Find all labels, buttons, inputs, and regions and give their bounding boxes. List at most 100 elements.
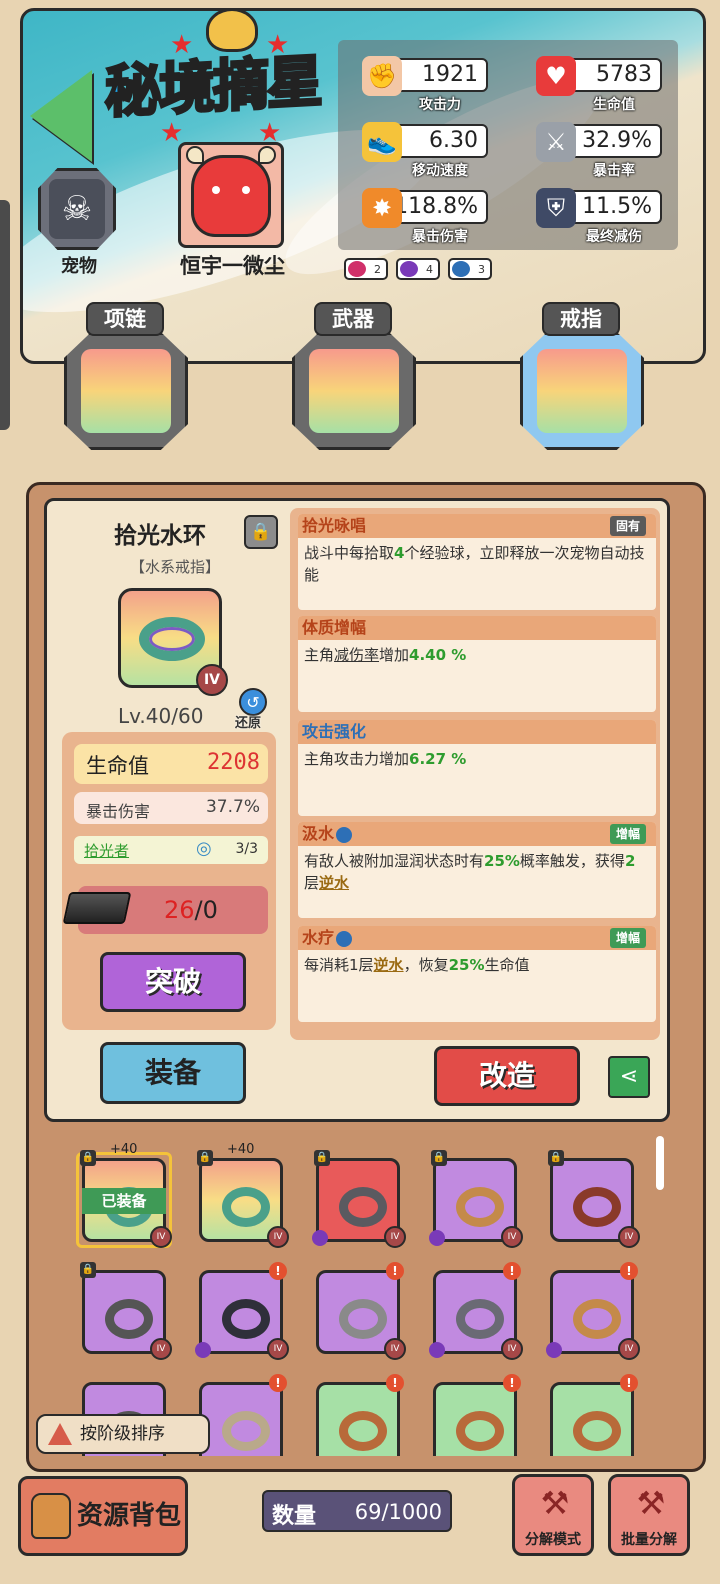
- skill-card: 拾光咏唱 固有 战斗中每拾取4个经验球，立即释放一次宠物自动技能: [298, 514, 656, 610]
- tier-badge: IV: [384, 1338, 406, 1360]
- inventory-item[interactable]: ! IV: [429, 1262, 523, 1360]
- inventory-item[interactable]: 🔒 +40 IV: [195, 1142, 289, 1248]
- ring-icon: [222, 1187, 270, 1227]
- decompose-mode-label: 分解模式: [525, 1532, 581, 1548]
- desc-highlight: 4.40 %: [409, 646, 467, 664]
- inventory-item[interactable]: !: [312, 1374, 404, 1456]
- inventory-item[interactable]: 🔒 IV: [312, 1150, 406, 1248]
- restore-button[interactable]: ↺ 还原: [235, 688, 275, 731]
- inventory-item[interactable]: ! IV: [312, 1262, 406, 1360]
- element-badge[interactable]: 4: [396, 258, 440, 280]
- element-count: 2: [374, 262, 381, 276]
- skill-desc: 战斗中每拾取4个经验球，立即释放一次宠物自动技能: [298, 538, 656, 590]
- ring-icon: [339, 1411, 387, 1451]
- lock-icon: 🔒: [80, 1262, 96, 1278]
- tier-badge: IV: [150, 1226, 172, 1248]
- inventory-item[interactable]: !: [546, 1374, 638, 1456]
- stat-value: 6.30: [390, 124, 488, 158]
- desc-highlight: 6.27 %: [409, 750, 467, 768]
- inventory-item[interactable]: 🔒 IV: [429, 1150, 523, 1248]
- slot-ring[interactable]: 戒指: [520, 302, 644, 450]
- material-count: 26/0: [164, 896, 218, 924]
- ring-icon: [339, 1187, 387, 1227]
- desc-text: 概率触发，获得: [519, 852, 625, 870]
- stat-1: 5783 ♥ 生命值: [536, 56, 662, 113]
- resource-bag-button[interactable]: 资源背包: [18, 1476, 188, 1556]
- pet-button[interactable]: ☠: [38, 168, 116, 250]
- sort-button[interactable]: 按阶级排序: [36, 1414, 210, 1454]
- hp-label: 生命值: [86, 754, 149, 778]
- item-type: 【水系戒指】: [129, 558, 220, 576]
- skill-desc: 每消耗1层逆水，恢复25%生命值: [298, 950, 656, 980]
- skill-name: 攻击强化: [302, 722, 367, 741]
- inventory-item[interactable]: 🔒 +40 已装备 IV: [76, 1142, 172, 1248]
- spiral-element-icon: [546, 1342, 562, 1358]
- equipped-tag: 已装备: [82, 1188, 166, 1214]
- breakthrough-button[interactable]: 突破: [100, 952, 246, 1012]
- inventory-item[interactable]: ! IV: [546, 1262, 640, 1360]
- slot-weapon[interactable]: 武器: [292, 302, 416, 450]
- shield-icon: ⛨: [536, 188, 576, 228]
- stat-3: 32.9% ⚔ 暴击率: [536, 122, 662, 179]
- item-card: [550, 1382, 634, 1456]
- material-need: /0: [194, 896, 218, 924]
- enhance-level: +40: [227, 1142, 255, 1157]
- tier-badge: IV: [501, 1338, 523, 1360]
- bow-icon: [309, 349, 399, 433]
- element-badge[interactable]: 2: [344, 258, 388, 280]
- desc-text: 增加: [379, 646, 410, 664]
- equip-button[interactable]: 装备: [100, 1042, 246, 1104]
- pet-label: 宠物: [61, 256, 97, 277]
- alert-icon: !: [386, 1374, 404, 1392]
- ring-icon: [456, 1299, 504, 1339]
- inventory-item[interactable]: ! IV: [195, 1262, 289, 1360]
- inventory-item[interactable]: 🔒 IV: [546, 1150, 640, 1248]
- heart-icon: ♥: [536, 56, 576, 96]
- skill-title: 攻击强化: [298, 720, 656, 744]
- ingot-icon: [62, 892, 132, 924]
- inventory-item[interactable]: 🔒 IV: [78, 1262, 172, 1360]
- set-bonus-row[interactable]: 拾光者 ◎ 3/3: [74, 836, 268, 864]
- batch-decompose-label: 批量分解: [621, 1532, 677, 1548]
- stat-label: 移动速度: [412, 163, 468, 179]
- water-drop-icon: [336, 826, 353, 843]
- alert-icon: !: [503, 1374, 521, 1392]
- desc-keyword[interactable]: 逆水: [374, 956, 404, 974]
- ring-icon: [573, 1299, 621, 1339]
- bag-label: 资源背包: [77, 1501, 182, 1531]
- horn-icon: [258, 146, 276, 164]
- element-count: 3: [478, 262, 485, 276]
- share-icon[interactable]: ⋖: [608, 1056, 650, 1098]
- decompose-mode-button[interactable]: ⚒ 分解模式: [512, 1474, 594, 1556]
- scrollbar[interactable]: [656, 1136, 664, 1190]
- lock-icon[interactable]: 🔒: [244, 515, 278, 549]
- skill-card: 汲水 增幅 有敌人被附加湿润状态时有25%概率触发，获得2 层逆水: [298, 822, 656, 918]
- skill-desc: 主角减伤率增加4.40 %: [298, 640, 656, 670]
- set-name[interactable]: 拾光者: [84, 840, 129, 861]
- alert-icon: !: [386, 1262, 404, 1280]
- count-value: 69/1000: [354, 1500, 442, 1524]
- skill-desc: 主角攻击力增加6.27 %: [298, 744, 656, 774]
- element-count: 4: [426, 262, 433, 276]
- enhance-level: +40: [110, 1142, 138, 1157]
- ring-icon: [537, 349, 627, 433]
- stat-0: 1921 ✊ 攻击力: [362, 56, 488, 113]
- lock-icon: 🔒: [80, 1150, 96, 1166]
- skill-name: 拾光咏唱: [302, 516, 367, 535]
- player-avatar[interactable]: [178, 142, 284, 248]
- inventory-item[interactable]: !: [429, 1374, 521, 1456]
- slot-frame: [292, 332, 416, 450]
- desc-underline: 减伤率: [334, 646, 380, 664]
- skull-pet-icon: ☠: [49, 179, 105, 239]
- element-badge[interactable]: 3: [448, 258, 492, 280]
- tier-badge: IV: [618, 1226, 640, 1248]
- tier-badge: IV: [196, 664, 228, 696]
- batch-decompose-button[interactable]: ⚒ 批量分解: [608, 1474, 690, 1556]
- reforge-button[interactable]: 改造: [434, 1046, 580, 1106]
- desc-keyword[interactable]: 逆水: [319, 874, 349, 892]
- slot-necklace[interactable]: 项链: [64, 302, 188, 450]
- tier-badge: IV: [267, 1338, 289, 1360]
- skill-title: 体质增幅: [298, 616, 656, 640]
- back-arrow-button[interactable]: [30, 70, 92, 162]
- desc-text: ，恢复: [403, 956, 449, 974]
